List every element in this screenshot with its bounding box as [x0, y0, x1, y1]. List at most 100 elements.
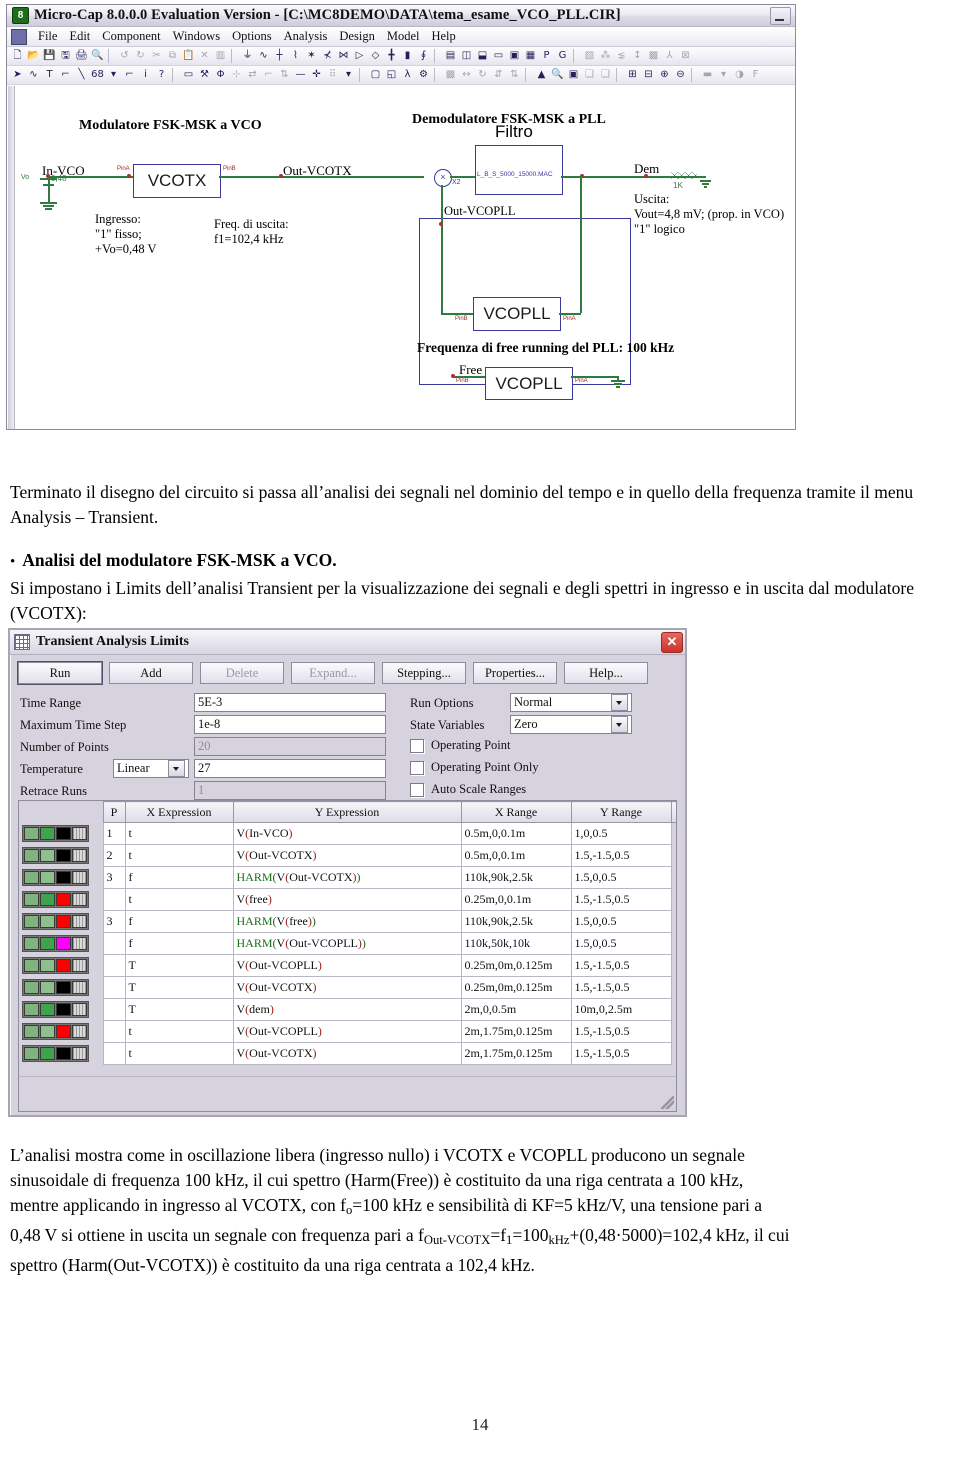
cell-p[interactable]	[102, 998, 126, 1021]
color-swatch-3[interactable]	[72, 959, 87, 972]
color-swatch-1[interactable]	[40, 1047, 55, 1060]
cell-x-range[interactable]: 0.25m,0,0.1m	[460, 888, 572, 911]
wire-icon[interactable]: ∿	[26, 68, 41, 83]
color-swatch-0[interactable]	[24, 1047, 39, 1060]
step-icon[interactable]: ▲	[534, 68, 549, 83]
column-header-x-expression[interactable]: X Expression	[124, 801, 234, 823]
cell-x-range[interactable]: 110k,50k,10k	[460, 932, 572, 955]
color-swatch-1[interactable]	[40, 959, 55, 972]
remove-page-icon[interactable]: ⊟	[641, 68, 656, 83]
row-color-swatches[interactable]	[19, 844, 103, 867]
battery-icon[interactable]: ╋	[384, 49, 399, 64]
row-color-swatches[interactable]	[19, 910, 103, 933]
menu-item-component[interactable]: Component	[96, 28, 166, 45]
minimize-button[interactable]	[770, 6, 791, 25]
cell-x-expression[interactable]: T	[124, 998, 234, 1021]
color-swatch-2[interactable]	[56, 1003, 71, 1016]
table-row[interactable]: T V(Out-VCOPLL) 0.25m,0m,0.125m 1.5,-1.5,0.…	[19, 954, 676, 977]
operating-point-checkbox[interactable]	[410, 738, 424, 753]
column-header-y-range[interactable]: Y Range	[570, 801, 672, 823]
row-color-swatches[interactable]	[19, 1020, 103, 1043]
cell-x-range[interactable]: 2m,1.75m,0.125m	[460, 1020, 572, 1043]
cell-y-range[interactable]: 1.5,0,0.5	[570, 932, 672, 955]
cell-p[interactable]	[102, 888, 126, 911]
color-swatch-3[interactable]	[72, 981, 87, 994]
open-folder-icon[interactable]: 📂	[26, 49, 41, 64]
table-row[interactable]: 3 f HARM(V(free)) 110k,90k,2.5k 1.5,0,0.5	[19, 910, 676, 933]
component-filter[interactable]	[475, 145, 563, 195]
table-row[interactable]: t V(Out-VCOPLL) 2m,1.75m,0.125m 1.5,-1.5,0.…	[19, 1020, 676, 1043]
row-color-swatches[interactable]	[19, 1042, 103, 1065]
color-swatch-0[interactable]	[24, 849, 39, 862]
chevron-down-icon[interactable]	[168, 760, 185, 777]
p-label-icon[interactable]: P	[539, 49, 554, 64]
print-icon[interactable]: 🖨	[74, 49, 89, 64]
limits-table-container[interactable]: P X Expression Y Expression X Range Y Ra…	[18, 800, 677, 1112]
color-swatch-0[interactable]	[24, 871, 39, 884]
switch-icon[interactable]: ∮	[416, 49, 431, 64]
transient-analysis-limits-dialog[interactable]: Transient Analysis Limits ✕ Run Add Dele…	[8, 628, 687, 1117]
color-swatch-1[interactable]	[40, 827, 55, 840]
cell-p[interactable]	[102, 1042, 126, 1065]
ellipse-icon[interactable]: 68	[90, 68, 105, 83]
color-swatch-2[interactable]	[56, 981, 71, 994]
color-swatch-1[interactable]	[40, 1003, 55, 1016]
cell-y-range[interactable]: 1.5,0,0.5	[570, 910, 672, 933]
diode-icon[interactable]: ✶	[304, 49, 319, 64]
transistor-icon[interactable]: ⊀	[320, 49, 335, 64]
find-icon[interactable]: 🔍	[550, 68, 565, 83]
color-swatch-3[interactable]	[72, 915, 87, 928]
inductor-icon[interactable]: ⌇	[288, 49, 303, 64]
table-row[interactable]: t V(free) 0.25m,0,0.1m 1.5,-1.5,0.5	[19, 888, 676, 911]
cell-x-expression[interactable]: f	[124, 866, 234, 889]
cell-y-expression[interactable]: V(Out-VCOTX)	[232, 976, 462, 999]
cell-y-range[interactable]: 1.5,-1.5,0.5	[570, 844, 672, 867]
new-file-icon[interactable]: 🗋	[10, 49, 25, 64]
g-label-icon[interactable]: G	[555, 49, 570, 64]
cell-p[interactable]	[102, 976, 126, 999]
table-row[interactable]: 2 t V(Out-VCOTX) 0.5m,0,0.1m 1.5,-1.5,0.5	[19, 844, 676, 867]
chevron-down-icon[interactable]	[611, 716, 628, 733]
color-swatch-3[interactable]	[72, 1025, 87, 1038]
zoom-out-icon[interactable]: ⊖	[673, 68, 688, 83]
row-color-swatches[interactable]	[19, 954, 103, 977]
add-page-icon[interactable]: ⊞	[625, 68, 640, 83]
cell-y-expression[interactable]: V(dem)	[232, 998, 462, 1021]
cell-x-expression[interactable]: f	[124, 910, 234, 933]
cell-y-range[interactable]: 1.5,0,0.5	[570, 866, 672, 889]
cell-y-expression[interactable]: V(Out-VCOPLL)	[232, 1020, 462, 1043]
row-color-swatches[interactable]	[19, 998, 103, 1021]
state-variables-select[interactable]: Zero	[510, 715, 632, 734]
table-row[interactable]: f HARM(V(Out-VCOPLL)) 110k,50k,10k 1.5,0,0.…	[19, 932, 676, 955]
lambda-icon[interactable]: λ	[400, 68, 415, 83]
split-v-icon[interactable]: ⬓	[475, 49, 490, 64]
rounded-rect-icon[interactable]: ◱	[384, 68, 399, 83]
color-swatch-1[interactable]	[40, 937, 55, 950]
npn-icon[interactable]: ⋈	[336, 49, 351, 64]
rect-icon[interactable]: ▢	[368, 68, 383, 83]
row-color-swatches[interactable]	[19, 866, 103, 889]
cell-x-range[interactable]: 0.25m,0m,0.125m	[460, 954, 572, 977]
color-swatch-2[interactable]	[56, 1047, 71, 1060]
color-swatch-0[interactable]	[24, 959, 39, 972]
stepping-button[interactable]: Stepping...	[382, 662, 466, 684]
color-swatch-3[interactable]	[72, 827, 87, 840]
text-area-icon[interactable]: ▤	[443, 49, 458, 64]
column-header-more[interactable]: >	[670, 801, 676, 823]
component-vcotx[interactable]: VCOTX	[133, 164, 221, 198]
operating-point-only-checkbox[interactable]	[410, 760, 424, 775]
color-swatch-0[interactable]	[24, 1003, 39, 1016]
table-row[interactable]: t V(Out-VCOTX) 2m,1.75m,0.125m 1.5,-1.5,0.5	[19, 1042, 676, 1065]
color-swatch-2[interactable]	[56, 959, 71, 972]
cell-y-expression[interactable]: HARM(V(Out-VCOPLL))	[232, 932, 462, 955]
resize-grip[interactable]	[661, 1096, 674, 1109]
cell-x-range[interactable]: 2m,1.75m,0.125m	[460, 1042, 572, 1065]
save-icon[interactable]: 💾	[42, 49, 57, 64]
run-button[interactable]: Run	[18, 662, 102, 684]
color-swatch-3[interactable]	[72, 871, 87, 884]
source-icon[interactable]: ◇	[368, 49, 383, 64]
plus-icon[interactable]: ✛	[309, 68, 324, 83]
row-color-swatches[interactable]	[19, 888, 103, 911]
polyline-icon[interactable]: ⌐	[58, 68, 73, 83]
cell-x-range[interactable]: 110k,90k,2.5k	[460, 910, 572, 933]
